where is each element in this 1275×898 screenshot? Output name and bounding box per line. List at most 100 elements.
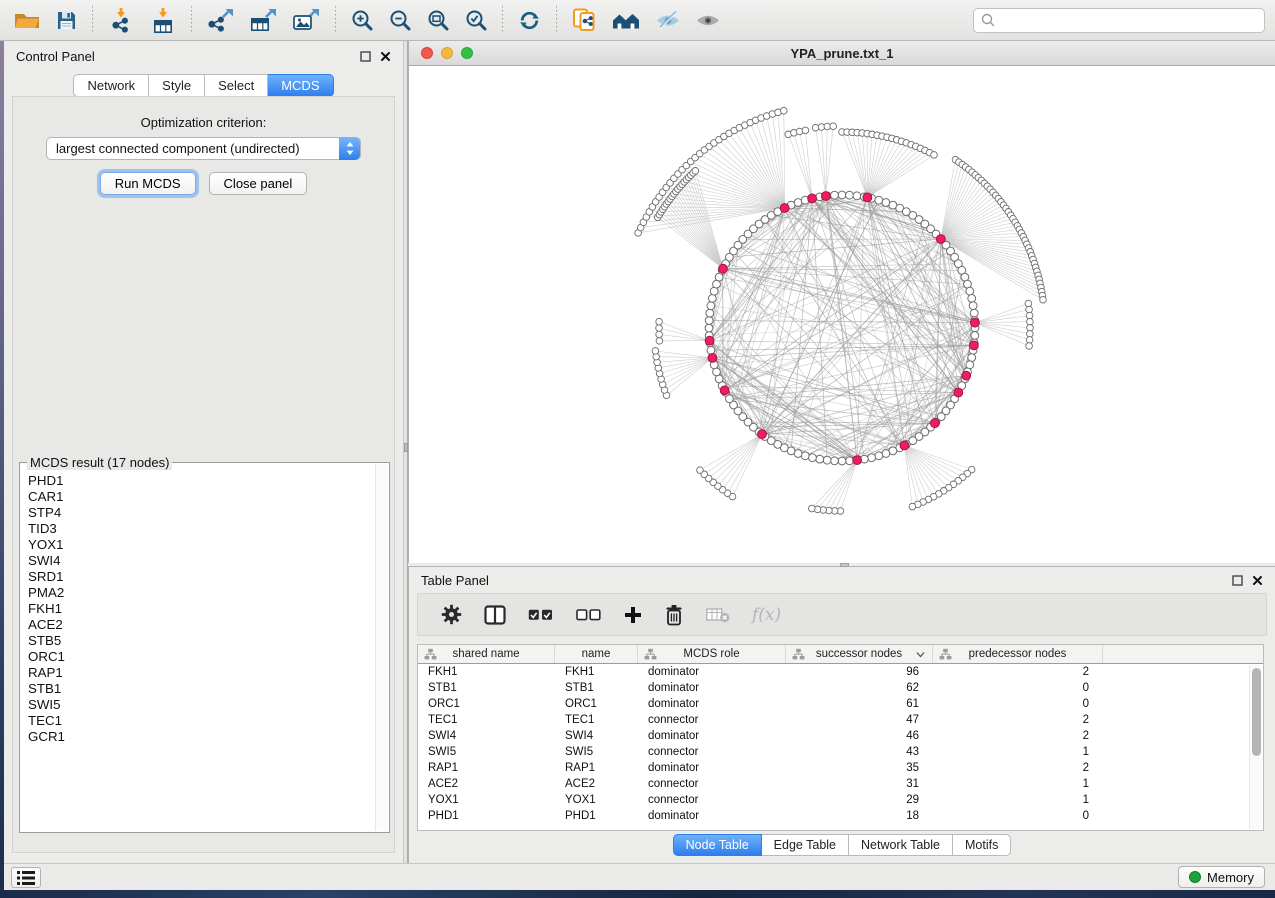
mcds-result-item[interactable]: SRD1 [28,569,374,585]
cell-shared-name: SWI4 [418,730,555,742]
table-row[interactable]: YOX1YOX1connector291 [418,792,1263,808]
gear-button[interactable] [439,602,464,627]
mcds-result-item[interactable]: PMA2 [28,585,374,601]
table-type-tabs: Node TableEdge TableNetwork TableMotifs [409,834,1275,856]
network-canvas[interactable] [409,66,1275,563]
unchecked-boxes-button[interactable] [574,607,604,623]
export-network-icon [207,8,234,32]
first-neighbors-button[interactable] [607,9,645,32]
add-button[interactable] [622,604,644,626]
table-scrollbar[interactable] [1249,665,1262,829]
mcds-result-item[interactable]: STB5 [28,633,374,649]
mcds-result-item[interactable]: TID3 [28,521,374,537]
trash-icon [664,604,684,626]
mcds-result-item[interactable]: YOX1 [28,537,374,553]
column-header-MCDS-role[interactable]: MCDS role [638,645,786,663]
mcds-result-item[interactable]: ORC1 [28,649,374,665]
cell-shared-name: RAP1 [418,762,555,774]
export-network-button[interactable] [202,6,239,34]
tab-node-table[interactable]: Node Table [673,834,762,856]
mcds-result-item[interactable]: STP4 [28,505,374,521]
save-button[interactable] [51,8,82,33]
open-folder-button[interactable] [9,8,45,32]
mcds-result-item[interactable]: SWI4 [28,553,374,569]
mcds-result-item[interactable]: GCR1 [28,729,374,745]
mcds-result-item[interactable]: STB1 [28,681,374,697]
column-header-name[interactable]: name [555,645,638,663]
zoom-out-button[interactable] [384,7,416,33]
table-row[interactable]: RAP1RAP1dominator352 [418,760,1263,776]
cell-name: SWI5 [555,746,638,758]
table-row[interactable]: SWI4SWI4dominator462 [418,728,1263,744]
tab-edge-table[interactable]: Edge Table [762,834,849,856]
float-panel-icon[interactable] [360,51,371,62]
hide-selected-button[interactable] [651,9,685,31]
horizontal-splitter-grip[interactable] [840,563,849,567]
table-scrollbar-thumb[interactable] [1252,668,1261,756]
mcds-result-item[interactable]: FKH1 [28,601,374,617]
close-panel-icon[interactable] [380,51,391,62]
sitemap-icon [644,648,657,661]
close-table-panel-icon[interactable] [1252,575,1263,586]
cell-MCDS-role: dominator [638,730,786,742]
checked-boxes-button[interactable] [526,607,556,623]
close-panel-button[interactable]: Close panel [209,172,308,195]
zoom-selected-button[interactable] [460,7,492,33]
mcds-result-scrollbar[interactable] [375,464,388,831]
tab-mcds[interactable]: MCDS [268,74,333,97]
show-all-button[interactable] [691,10,725,31]
tab-motifs[interactable]: Motifs [953,834,1011,856]
task-history-button[interactable] [11,867,41,888]
mcds-result-item[interactable]: SWI5 [28,697,374,713]
table-row[interactable]: TEC1TEC1connector472 [418,712,1263,728]
table-row[interactable]: ACE2ACE2connector311 [418,776,1263,792]
column-header-shared-name[interactable]: shared name [418,645,555,663]
mcds-result-item[interactable]: RAP1 [28,665,374,681]
tab-network[interactable]: Network [73,74,149,97]
tab-style[interactable]: Style [149,74,205,97]
mcds-result-item[interactable]: PHD1 [28,473,374,489]
dropdown-spinner-icon [339,137,360,160]
network-graph[interactable] [409,66,1275,563]
search-input[interactable] [973,8,1265,33]
copy-network-button[interactable] [567,6,601,34]
refresh-button[interactable] [513,7,546,34]
import-table-button[interactable] [145,6,181,35]
column-layout-button[interactable] [482,603,508,627]
table-row[interactable]: PHD1PHD1dominator180 [418,808,1263,824]
column-header-successor-nodes[interactable]: successor nodes [786,645,933,663]
zoom-fit-button[interactable] [422,7,454,33]
table-panel-title: Table Panel [421,573,489,588]
cell-predecessor-nodes: 2 [933,762,1103,774]
mcds-result-item[interactable]: CAR1 [28,489,374,505]
table-row[interactable]: FKH1FKH1dominator962 [418,664,1263,680]
table-row[interactable]: STB1STB1dominator620 [418,680,1263,696]
chevron-down-icon[interactable] [916,651,925,658]
run-mcds-button[interactable]: Run MCDS [100,172,196,195]
tab-network-table[interactable]: Network Table [849,834,953,856]
export-image-button[interactable] [288,6,325,34]
mcds-result-item[interactable]: ACE2 [28,617,374,633]
mcds-result-list[interactable]: PHD1CAR1STP4TID3YOX1SWI4SRD1PMA2FKH1ACE2… [21,465,374,831]
cell-successor-nodes: 29 [786,794,933,806]
table-row[interactable]: SWI5SWI5connector431 [418,744,1263,760]
optimization-criterion-dropdown[interactable]: largest connected component (undirected) [46,137,361,160]
zoom-in-button[interactable] [346,7,378,33]
control-panel: Control Panel NetworkStyleSelectMCDS Opt… [4,41,403,863]
node-table[interactable]: shared namenameMCDS rolesuccessor nodesp… [417,644,1264,831]
export-table-button[interactable] [245,6,282,34]
float-table-panel-icon[interactable] [1232,575,1243,586]
import-network-button[interactable] [103,6,139,35]
zoom-fit-icon [427,9,449,31]
cell-shared-name: YOX1 [418,794,555,806]
network-window-titlebar[interactable]: YPA_prune.txt_1 [409,41,1275,66]
mcds-result-item[interactable]: TEC1 [28,713,374,729]
toolbar-separator [191,6,192,34]
network-view-panel: YPA_prune.txt_1 [408,41,1275,563]
trash-button[interactable] [662,602,686,628]
tab-select[interactable]: Select [205,74,268,97]
table-row[interactable]: ORC1ORC1dominator610 [418,696,1263,712]
column-header-predecessor-nodes[interactable]: predecessor nodes [933,645,1103,663]
sitemap-icon [939,648,952,661]
memory-button[interactable]: Memory [1178,866,1265,888]
